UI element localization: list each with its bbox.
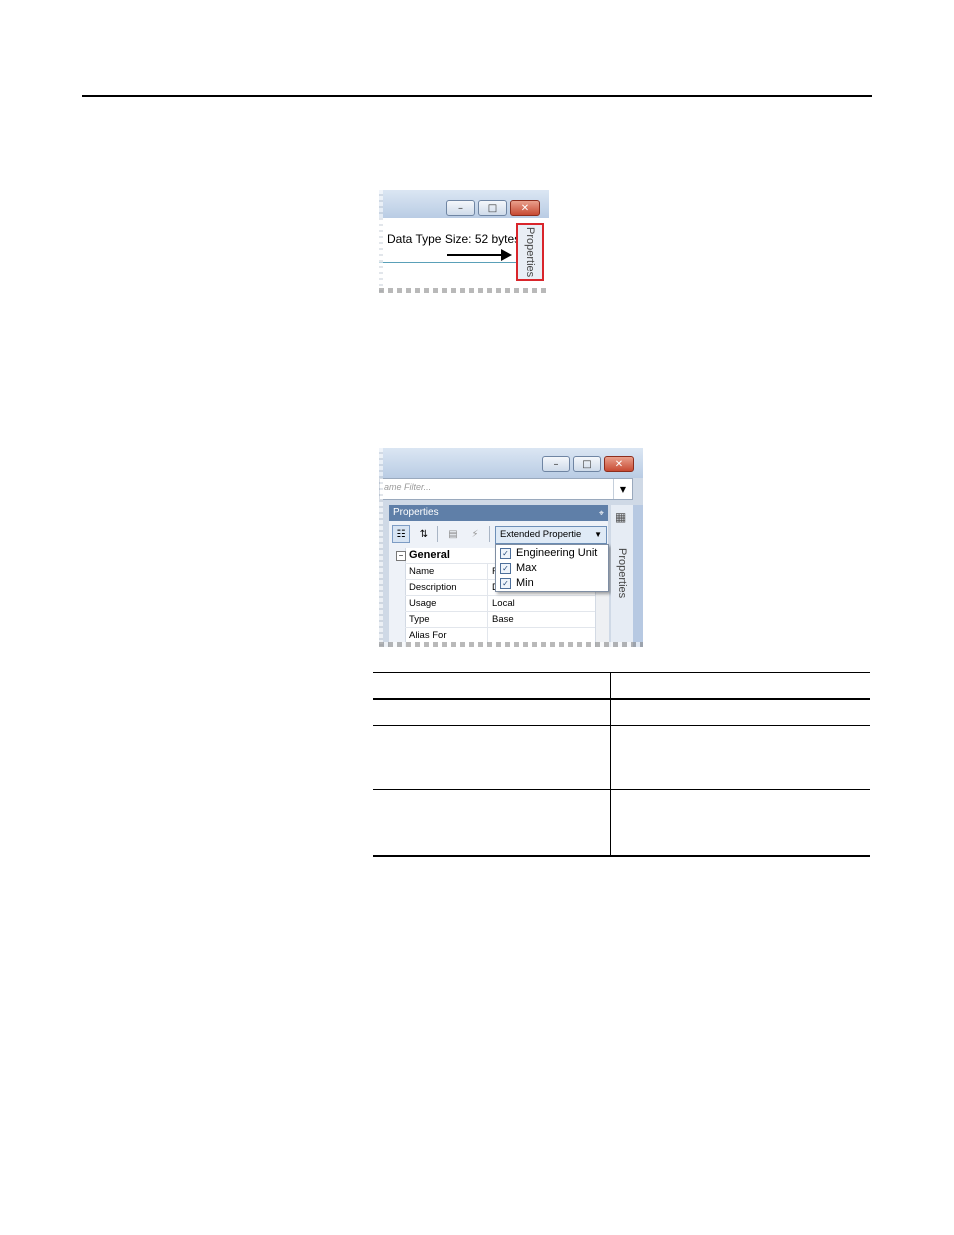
categorized-view-icon[interactable]: ☷ [392,525,410,543]
table-bottom-rule [373,855,870,857]
divider [379,262,516,263]
close-button[interactable]: ✕ [510,200,540,216]
grid-gutter [389,548,406,647]
toolbar-separator [489,526,490,542]
torn-edge-bottom [379,642,643,647]
property-value: Base [492,614,514,625]
property-value: Local [492,598,515,609]
window-titlebar: – □ ✕ [379,448,643,478]
column-divider [487,580,488,596]
chevron-down-icon: ▼ [594,530,602,539]
select-value: Extended Propertie [500,529,582,540]
properties-pane-screenshot: – □ ✕ ame Filter... ▼ Properties ⌖ ☷ ⇅ ▤… [379,448,643,647]
extended-properties-select[interactable]: Extended Propertie ▼ [495,526,607,544]
restore-button[interactable]: □ [478,200,507,216]
description-table [373,672,870,857]
option-label: Engineering Unit [516,547,598,559]
column-divider [487,564,488,580]
property-name: Type [409,614,430,625]
dropdown-option[interactable]: ✓ Max [500,561,537,575]
toolbar-separator [437,526,438,542]
torn-edge-bottom [379,288,549,293]
option-label: Min [516,577,534,589]
property-name: Usage [409,598,437,609]
column-divider [487,612,488,628]
minimize-button[interactable]: – [542,456,570,472]
window-border [633,505,643,647]
group-label: General [409,549,450,561]
alphabetical-sort-icon[interactable]: ⇅ [415,525,433,543]
page-header-rule [82,95,872,97]
dropdown-option[interactable]: ✓ Min [500,576,534,590]
extended-properties-dropdown: ✓ Engineering Unit ✓ Max ✓ Min [495,544,609,592]
chevron-down-icon[interactable]: ▼ [613,479,632,499]
group-header[interactable]: − General [396,549,450,561]
property-name: Alias For [409,630,447,641]
pin-icon[interactable]: ⌖ [599,505,604,521]
callout-arrow-icon [447,254,504,256]
torn-edge [379,190,383,293]
table-top-rule [373,672,870,673]
window-titlebar: – □ ✕ [379,190,549,218]
checkbox-checked-icon[interactable]: ✓ [500,547,511,559]
collapse-icon[interactable]: − [396,551,406,561]
panel-title: Properties [393,507,439,518]
minimize-button[interactable]: – [446,200,475,216]
name-filter-input[interactable]: ame Filter... ▼ [379,478,633,500]
table-column-rule [610,672,611,857]
arrow-head-icon [501,249,512,261]
property-pages-icon[interactable]: ▤ [444,525,462,543]
table-row-rule [373,789,870,790]
torn-edge [379,448,383,647]
properties-side-tab[interactable]: Properties [516,223,544,281]
checkbox-checked-icon[interactable]: ✓ [500,577,511,589]
property-name: Description [409,582,457,593]
properties-panel-header: Properties ⌖ [389,505,608,521]
property-row[interactable]: Usage Local [405,595,595,612]
properties-icon: ▦ [615,510,627,524]
dropdown-option[interactable]: ✓ Engineering Unit [500,546,597,560]
property-name: Name [409,566,435,577]
table-header-rule [373,698,870,700]
close-button[interactable]: ✕ [604,456,634,472]
option-label: Max [516,562,537,574]
properties-side-tab[interactable]: Properties [611,528,633,618]
events-icon[interactable]: ⚡ [466,525,484,543]
column-divider [487,596,488,612]
checkbox-checked-icon[interactable]: ✓ [500,562,511,574]
data-type-size-label: Data Type Size: 52 bytes [387,232,521,246]
properties-tab-screenshot: – □ ✕ Data Type Size: 52 bytes Propertie… [379,190,549,293]
property-row[interactable]: Type Base [405,611,595,628]
restore-button[interactable]: □ [573,456,601,472]
table-row-rule [373,725,870,726]
filter-placeholder: ame Filter... [384,482,432,492]
